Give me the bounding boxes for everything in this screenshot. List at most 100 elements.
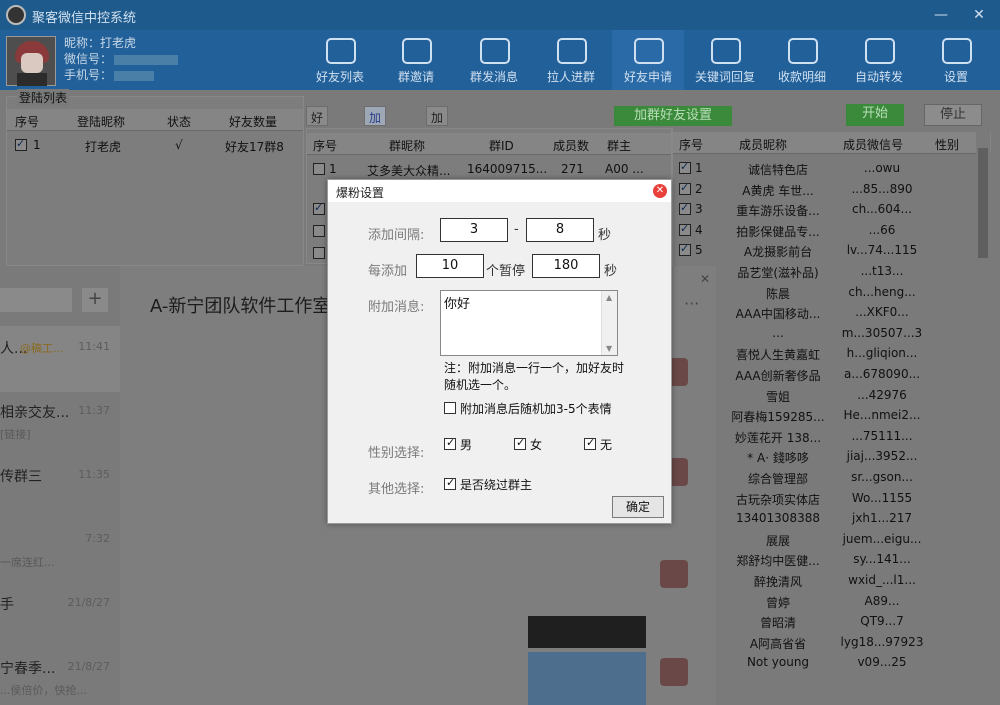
start-button[interactable]: 开始 — [846, 104, 904, 126]
table-row[interactable]: AAA创新奢侈品 a...678090... — [673, 364, 973, 385]
tool-forward[interactable]: 自动转发 — [843, 30, 915, 90]
avatar — [6, 36, 56, 86]
gender-female-checkbox[interactable]: 女 — [514, 436, 554, 452]
avatar — [660, 658, 688, 686]
tool-broadcast[interactable]: 群发消息 — [458, 30, 530, 90]
interval-separator: - — [514, 222, 519, 237]
table-row[interactable]: 1诚信特色店...owu — [673, 158, 973, 179]
envelope-icon — [402, 38, 432, 64]
message-text: 你好 — [444, 297, 471, 312]
table-row[interactable]: 展展 juem...eigu... — [673, 529, 973, 550]
table-row[interactable]: 4拍影保健品专......66 — [673, 220, 973, 241]
table-row[interactable]: 5A龙摄影前台lv...74...115 — [673, 240, 973, 261]
seconds-unit: 秒 — [604, 264, 618, 279]
table-row[interactable]: 妙莲花开 138... ...75111... — [673, 426, 973, 447]
row-checkbox[interactable] — [15, 137, 27, 151]
interval-max-field[interactable]: 8 — [526, 218, 594, 242]
table-row[interactable]: A阿高省省 lyg18...97923 — [673, 632, 973, 653]
list-item[interactable]: 宁春季... 21/8/27 ...侯倍价，快抢... — [0, 646, 120, 705]
table-row[interactable]: 1 艾多美大众精... 164009715... 271 A00 ... — [307, 159, 671, 179]
table-row[interactable]: 2A黄虎 车世......85...890 — [673, 179, 973, 200]
minimize-icon[interactable]: — — [930, 4, 952, 26]
tab-group-friends[interactable]: 加群好友 — [364, 106, 387, 176]
tab-friend-apply[interactable]: 好友申请 — [306, 106, 329, 176]
tool-friends[interactable]: 好友列表 — [304, 30, 376, 90]
main-area: 登陆列表 序号 登陆昵称 状态 好友数量 1 打老虎 √ 好友17群8 好友申请… — [0, 89, 1000, 705]
row-checkbox[interactable] — [679, 222, 691, 236]
row-checkbox[interactable] — [313, 247, 325, 259]
nickname: 昵称：打老虎 — [64, 36, 137, 50]
tool-apply[interactable]: 好友申请 — [612, 30, 684, 90]
table-row[interactable]: 醉挽清风 wxid_...l1... — [673, 570, 973, 591]
pause-label: 个暂停 — [486, 264, 526, 279]
more-icon[interactable]: ··· — [684, 294, 699, 313]
image-thumbnail[interactable] — [528, 616, 646, 648]
message-textarea[interactable]: 你好 ▲ ▼ — [440, 290, 618, 356]
row-checkbox[interactable] — [679, 242, 691, 257]
tool-settings[interactable]: 设置 — [920, 30, 992, 90]
every-add-label: 每添加 — [368, 264, 408, 279]
textarea-scrollbar[interactable]: ▲ ▼ — [601, 291, 617, 355]
chat-list: + 人... 11:41 @稿工... 相亲交友... 11:37 [链接] 传群三 11:3… — [0, 266, 120, 705]
row-checkbox[interactable] — [679, 181, 691, 195]
phone-label: 手机号： — [64, 68, 113, 82]
close-icon[interactable]: ✕ — [653, 184, 667, 198]
table-row[interactable]: 陈晨 ch...heng... — [673, 282, 973, 303]
table-row[interactable]: 3重车游乐设备...ch...604... — [673, 199, 973, 220]
login-list: 登陆列表 序号 登陆昵称 状态 好友数量 1 打老虎 √ 好友17群8 — [6, 89, 304, 266]
list-item[interactable]: 手 21/8/27 — [0, 582, 120, 648]
table-row[interactable]: 综合管理部 sr...gson... — [673, 467, 973, 488]
wechat-id-blurred — [114, 54, 179, 65]
gender-none-checkbox[interactable]: 无 — [584, 436, 624, 452]
gender-male-checkbox[interactable]: 男 — [444, 436, 484, 452]
every-count-field[interactable]: 10 — [416, 254, 484, 278]
member-grid-scrollbar[interactable] — [976, 128, 990, 705]
gender-label: 性别选择: — [368, 446, 425, 461]
table-row[interactable]: Not young v09...25 — [673, 652, 973, 673]
image-thumbnail[interactable] — [528, 652, 646, 705]
stop-button[interactable]: 停止 — [924, 104, 982, 126]
interval-min-field[interactable]: 3 — [440, 218, 508, 242]
table-row[interactable]: * A· 錢哆哆 jiaj...3952... — [673, 446, 973, 467]
row-checkbox[interactable] — [313, 163, 325, 175]
table-row[interactable]: AAA中国移动... ...XKF0... — [673, 302, 973, 323]
skip-owner-checkbox[interactable]: 是否绕过群主 — [444, 476, 564, 492]
row-checkbox[interactable] — [679, 201, 691, 216]
tab-join-log[interactable]: 加入日志 — [426, 106, 449, 176]
close-icon[interactable]: ✕ — [700, 272, 710, 286]
table-row[interactable]: 古玩杂项实体店 Wo...1155 — [673, 488, 973, 509]
table-row[interactable]: 曾婷 A89... — [673, 591, 973, 612]
emoji-checkbox[interactable]: 附加消息后随机加3-5个表情 — [444, 400, 644, 416]
search-input[interactable] — [0, 288, 72, 312]
table-row[interactable]: 郑舒均中医健... sy...141... — [673, 549, 973, 570]
row-checkbox[interactable] — [313, 201, 325, 215]
table-row[interactable]: 品艺堂(滋补品) ...t13... — [673, 261, 973, 282]
add-chat-button[interactable]: + — [82, 288, 108, 312]
wechat-label: 微信号： — [64, 52, 113, 66]
gear-icon — [942, 38, 972, 64]
tool-reply[interactable]: 关键词回复 — [689, 30, 761, 90]
tool-invite[interactable]: 群邀请 — [380, 30, 452, 90]
list-item[interactable]: 相亲交友... 11:37 [链接] — [0, 390, 120, 456]
pause-seconds-field[interactable]: 180 — [532, 254, 600, 278]
chat-title: A-新宁团队软件工作室 — [150, 296, 331, 317]
close-window-icon[interactable]: ✕ — [968, 4, 990, 26]
table-row[interactable]: 曾昭清 QT9...7 — [673, 611, 973, 632]
tool-income[interactable]: 收款明细 — [766, 30, 838, 90]
list-item[interactable]: 传群三 11:35 — [0, 454, 120, 520]
group-message-icon — [480, 38, 510, 64]
row-checkbox[interactable] — [313, 225, 325, 237]
tool-pull[interactable]: 拉人进群 — [535, 30, 607, 90]
add-group-settings-button[interactable]: 加群好友设置 — [614, 106, 732, 126]
table-row[interactable]: ... m...30507...3 — [673, 323, 973, 344]
table-row[interactable]: 雪姐 ...42976 — [673, 385, 973, 406]
row-checkbox[interactable] — [679, 160, 691, 174]
list-item[interactable]: 人... 11:41 @稿工... — [0, 326, 120, 392]
table-row[interactable]: 1 打老虎 √ 好友17群8 — [7, 135, 303, 155]
ok-button[interactable]: 确定 — [612, 496, 664, 518]
table-row[interactable]: 阿春梅159285... He...nmei2... — [673, 405, 973, 426]
dialog-title: 爆粉设置 — [336, 186, 385, 200]
table-row[interactable]: 喜悦人生黄嘉虹 h...gliqion... — [673, 343, 973, 364]
list-item[interactable]: 7:32 一席连红... — [0, 518, 120, 584]
table-row[interactable]: 13401308388 jxh1...217 — [673, 508, 973, 529]
